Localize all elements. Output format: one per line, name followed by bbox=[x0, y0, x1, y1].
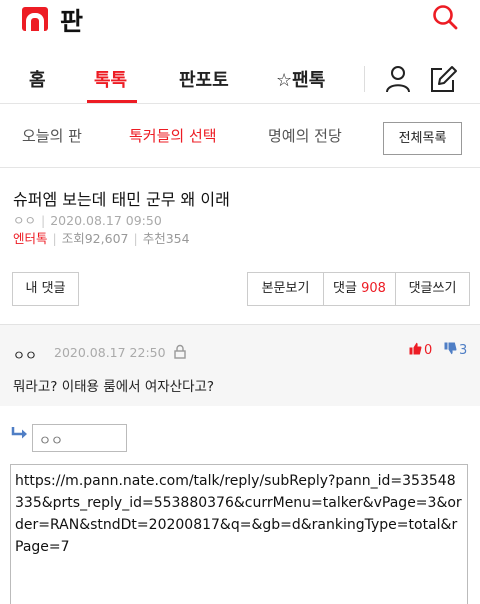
comment-item: ㅇㅇ 2020.08.17 22:50 0 3 뭐라고? 이태용 룸에서 여자산… bbox=[0, 324, 480, 406]
user-icon[interactable] bbox=[385, 65, 411, 93]
like-button[interactable]: 0 bbox=[409, 342, 432, 358]
comments-button[interactable]: 댓글 908 bbox=[324, 273, 396, 305]
nav-home[interactable]: 홈 bbox=[29, 66, 46, 92]
nate-logo[interactable] bbox=[22, 7, 48, 31]
subnav-choice[interactable]: 톡커들의 선택 bbox=[129, 125, 217, 146]
nav-photo[interactable]: 판포토 bbox=[179, 66, 229, 92]
all-list-button[interactable]: 전체목록 bbox=[383, 122, 462, 155]
app-header: 판 bbox=[0, 0, 480, 40]
thumbs-up-icon bbox=[409, 342, 422, 355]
comments-label: 댓글 bbox=[333, 281, 357, 296]
comment-author[interactable]: ㅇㅇ bbox=[13, 345, 37, 364]
reply-textarea[interactable]: https://m.pann.nate.com/talk/reply/subRe… bbox=[10, 464, 468, 604]
like-count: 0 bbox=[424, 343, 433, 358]
nav-pantalk[interactable]: ☆팬톡 bbox=[276, 66, 325, 92]
reply-name-input[interactable]: ㅇㅇ bbox=[32, 424, 127, 452]
subnav-today[interactable]: 오늘의 판 bbox=[22, 125, 82, 146]
post-meta: ㅇㅇ | 2020.08.17 09:50 bbox=[13, 213, 162, 228]
post-action-group: 본문보기 댓글 908 댓글쓰기 bbox=[247, 272, 470, 306]
sub-nav: 오늘의 판 톡커들의 선택 명예의 전당 전체목록 bbox=[0, 106, 480, 168]
view-body-button[interactable]: 본문보기 bbox=[248, 273, 324, 305]
post-stats: 엔터톡 | 조회92,607 | 추천354 bbox=[13, 231, 190, 246]
post-author[interactable]: ㅇㅇ bbox=[13, 213, 36, 228]
nav-talk[interactable]: 톡톡 bbox=[94, 66, 127, 92]
post-category[interactable]: 엔터톡 bbox=[13, 231, 48, 246]
write-comment-button[interactable]: 댓글쓰기 bbox=[396, 273, 469, 305]
main-nav: 홈 톡톡 판포토 ☆팬톡 bbox=[0, 56, 480, 104]
reply-arrow-icon bbox=[11, 427, 27, 439]
post-date: 2020.08.17 09:50 bbox=[50, 213, 162, 228]
thumbs-down-icon bbox=[444, 342, 457, 355]
edit-icon[interactable] bbox=[428, 64, 458, 94]
dislike-button[interactable]: 3 bbox=[444, 342, 467, 358]
nav-divider bbox=[364, 66, 365, 92]
my-comment-button[interactable]: 내 댓글 bbox=[12, 272, 79, 306]
post-views: 조회92,607 bbox=[61, 231, 129, 246]
post-recommend: 추천354 bbox=[142, 231, 190, 246]
comment-count: 908 bbox=[361, 281, 386, 296]
search-icon[interactable] bbox=[432, 4, 458, 30]
comment-text: 뭐라고? 이태용 룸에서 여자산다고? bbox=[13, 379, 215, 395]
brand-title[interactable]: 판 bbox=[60, 2, 83, 38]
lock-icon[interactable] bbox=[174, 344, 186, 359]
reply-form: ㅇㅇ https://m.pann.nate.com/talk/reply/su… bbox=[0, 406, 480, 604]
dislike-count: 3 bbox=[459, 343, 468, 358]
post-title: 슈퍼엠 보는데 태민 군무 왜 이래 bbox=[13, 190, 230, 209]
subnav-fame[interactable]: 명예의 전당 bbox=[268, 125, 342, 146]
nav-active-indicator bbox=[87, 100, 137, 103]
comment-date: 2020.08.17 22:50 bbox=[54, 345, 166, 360]
